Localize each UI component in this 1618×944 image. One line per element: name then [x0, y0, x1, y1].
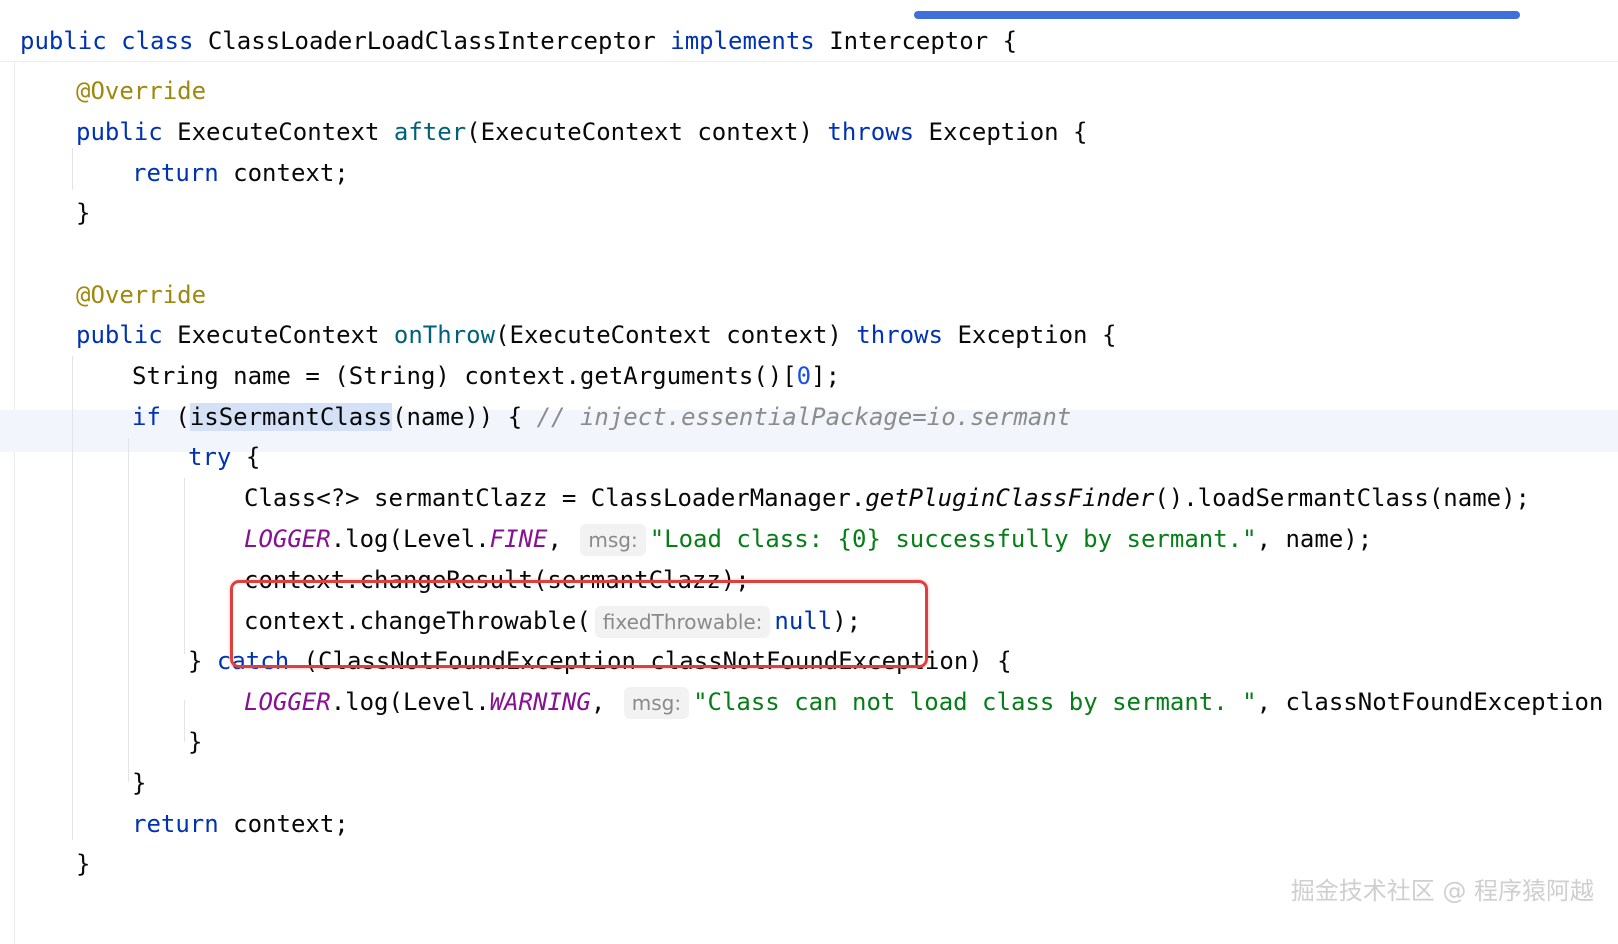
watermark: 掘金技术社区 @ 程序猿阿越 [1290, 877, 1594, 905]
method-name: after [393, 118, 467, 146]
parameter-hint: msg: [580, 524, 646, 556]
code-line-method-onthrow[interactable]: public ExecuteContext onThrow(ExecuteCon… [76, 314, 1116, 356]
interface-name: Interceptor [829, 27, 989, 55]
brace: } [188, 728, 203, 756]
paren: ( [175, 403, 190, 431]
keyword: class [121, 27, 194, 55]
code-line-try[interactable]: try { [188, 436, 260, 478]
params: (ExecuteContext context) [495, 321, 842, 349]
comment: // inject.essentialPackage=io.sermant [536, 403, 1072, 431]
keyword: if [132, 403, 161, 431]
static-method-call: getPluginClassFinder [865, 484, 1155, 512]
logger-constant: LOGGER [244, 688, 331, 716]
indent-guide [72, 148, 73, 190]
expression: (name)) { [392, 403, 523, 431]
statement-end: , classNotFoundException [1256, 688, 1604, 716]
params: (ExecuteContext context) [466, 118, 813, 146]
statement-end: , name); [1256, 525, 1373, 553]
comma: , [547, 525, 562, 553]
code-line-close-brace[interactable]: } [76, 192, 90, 234]
level-constant: WARNING [489, 688, 591, 716]
code-line-method-after[interactable]: public ExecuteContext after(ExecuteConte… [76, 111, 1088, 153]
statement-end: ]; [811, 362, 841, 390]
keyword: return [132, 159, 219, 187]
code-line-close-brace[interactable]: } [132, 762, 146, 804]
string-literal: "Load class: {0} successfully by sermant… [649, 525, 1257, 553]
code-line-class-declaration[interactable]: public class ClassLoaderLoadClassInterce… [20, 20, 1017, 62]
brace: } [188, 647, 203, 675]
brace: { [1002, 27, 1018, 55]
code-line-if-sermant-class[interactable]: if (isSermantClass(name)) { // inject.es… [132, 396, 1071, 438]
parameter-hint: msg: [623, 687, 690, 719]
code-line-logger-fine[interactable]: LOGGER.log(Level.FINE, msg: "Load class: … [244, 518, 1372, 560]
statement-end: ().loadSermantClass(name); [1154, 484, 1530, 512]
code-line-string-name[interactable]: String name = (String) context.getArgume… [132, 355, 840, 397]
exception-type: Exception { [957, 321, 1117, 349]
brace: } [132, 769, 147, 797]
code-line-logger-warning[interactable]: LOGGER.log(Level.WARNING, msg: "Class can… [244, 681, 1603, 723]
comma: , [590, 688, 606, 716]
keyword: public [20, 27, 107, 55]
keyword: public [76, 321, 163, 349]
method-name: onThrow [393, 321, 496, 349]
indent-guide [128, 438, 129, 782]
class-name: ClassLoaderLoadClassInterceptor [207, 27, 656, 55]
logger-constant: LOGGER [244, 525, 331, 553]
keyword: throws [856, 321, 943, 349]
return-type: ExecuteContext [177, 321, 380, 349]
expression: context; [233, 810, 349, 838]
gutter-border [14, 62, 15, 944]
code-line-annotation[interactable]: @Override [76, 274, 206, 316]
level-constant: FINE [489, 525, 548, 553]
string-literal: "Class can not load class by sermant. " [693, 688, 1257, 716]
red-highlight-box [230, 580, 928, 668]
indent-guide [184, 478, 185, 654]
number-literal: 0 [796, 362, 812, 390]
keyword: public [76, 118, 163, 146]
statement: String name = (String) context.getArgume… [132, 362, 797, 390]
keyword: implements [670, 27, 815, 55]
exception-type: Exception { [928, 118, 1088, 146]
code-editor[interactable]: public class ClassLoaderLoadClassInterce… [0, 0, 1618, 944]
annotation: @Override [76, 281, 207, 309]
return-type: ExecuteContext [177, 118, 380, 146]
code-line-close-brace[interactable]: } [76, 843, 90, 885]
brace: } [76, 199, 91, 227]
horizontal-scrollbar-thumb[interactable] [914, 11, 1520, 19]
log-call: .log(Level. [330, 688, 490, 716]
indent-guide [184, 700, 185, 742]
code-line-return[interactable]: return context; [132, 152, 349, 194]
indent-guide [72, 356, 73, 840]
code-line-close-brace[interactable]: } [188, 721, 202, 763]
keyword: return [132, 810, 219, 838]
code-line-return[interactable]: return context; [132, 803, 349, 845]
annotation: @Override [76, 77, 207, 105]
brace: { [245, 443, 261, 471]
keyword: throws [827, 118, 915, 146]
code-line-sermant-clazz[interactable]: Class<?> sermantClazz = ClassLoaderManag… [244, 477, 1530, 519]
expression: context; [233, 159, 349, 187]
selected-method-call[interactable]: isSermantClass [189, 403, 393, 431]
keyword: try [188, 443, 232, 471]
brace: } [76, 850, 91, 878]
log-call: .log(Level. [330, 525, 490, 553]
code-line-annotation[interactable]: @Override [76, 70, 206, 112]
statement: Class<?> sermantClazz = ClassLoaderManag… [244, 484, 866, 512]
